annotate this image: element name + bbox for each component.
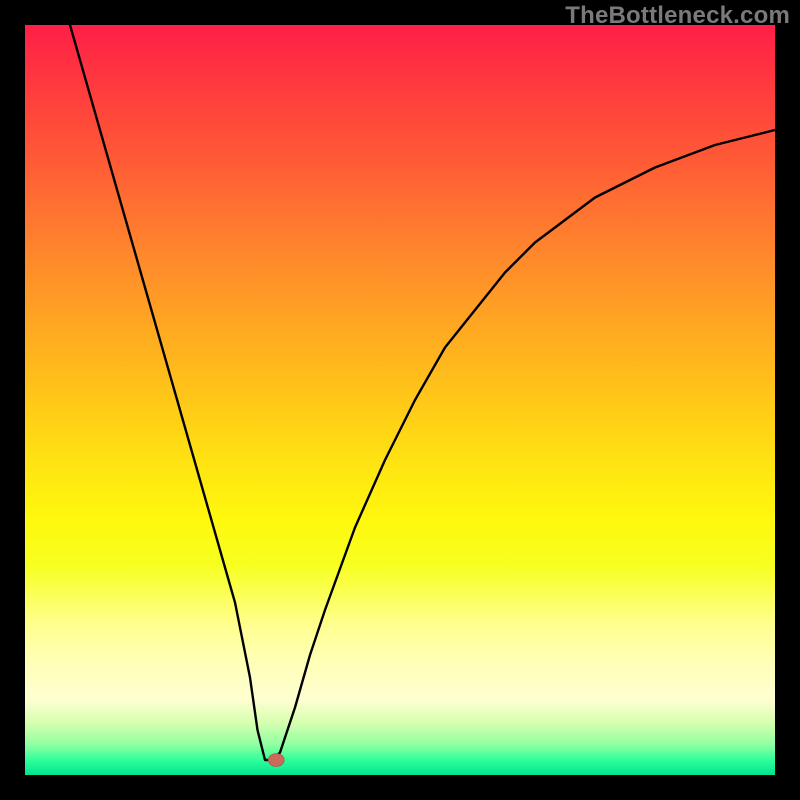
bottleneck-curve <box>70 25 775 760</box>
minimum-marker <box>268 754 284 767</box>
chart-svg <box>25 25 775 775</box>
chart-frame: TheBottleneck.com <box>0 0 800 800</box>
plot-area <box>25 25 775 775</box>
